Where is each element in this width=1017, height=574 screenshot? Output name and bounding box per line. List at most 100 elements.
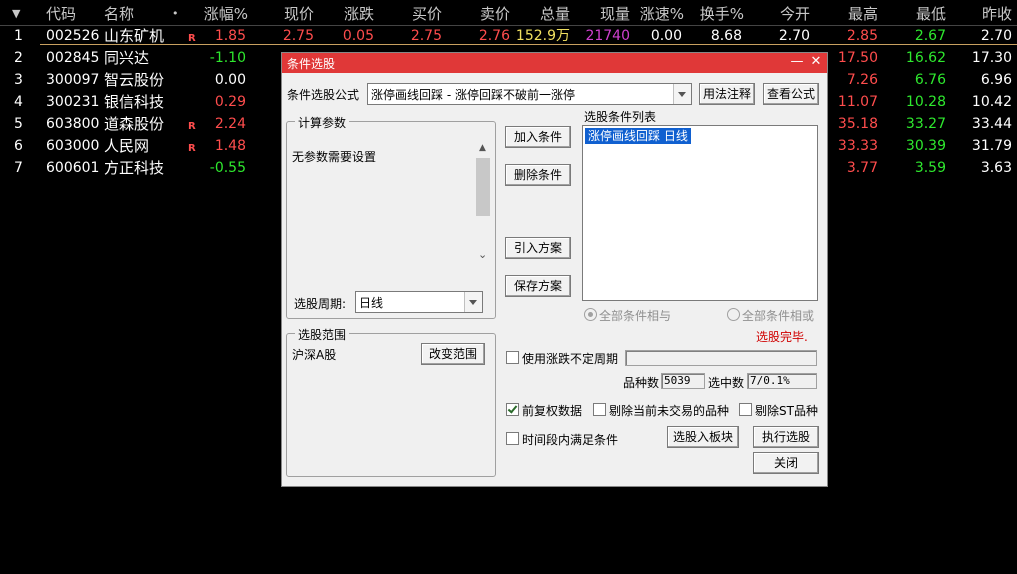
chevron-down-icon[interactable] xyxy=(464,292,482,312)
sort-down-icon[interactable]: ▼ xyxy=(12,3,20,25)
view-formula-button[interactable]: 查看公式 xyxy=(763,83,819,105)
scroll-up-icon[interactable]: ▲ xyxy=(479,143,486,153)
qfq-label: 前复权数据 xyxy=(522,404,583,418)
selected-row-underline xyxy=(40,44,1017,45)
low: 10.28 xyxy=(905,94,946,110)
change-pct: -0.55 xyxy=(209,160,246,176)
stock-screener-dialog: 条件选股 — ✕ 条件选股公式 涨停画线回踩 - 涨停回踩不破前一涨停 用法注释… xyxy=(281,52,828,487)
formula-label: 条件选股公式 xyxy=(287,88,360,102)
minimize-icon[interactable]: — xyxy=(789,54,805,70)
stock-code: 300231 xyxy=(46,94,100,110)
col-speed[interactable]: 涨速% xyxy=(632,3,684,25)
close-icon[interactable]: ✕ xyxy=(808,54,824,70)
col-name[interactable]: 名称 xyxy=(104,3,134,25)
period-field[interactable] xyxy=(625,350,817,366)
radio-and[interactable] xyxy=(584,308,597,321)
delete-condition-button[interactable]: 删除条件 xyxy=(505,164,571,186)
low: 16.62 xyxy=(905,50,946,66)
radio-or-label: 全部条件相或 xyxy=(742,309,815,323)
params-text: 无参数需要设置 xyxy=(292,150,377,164)
prev-close: 3.63 xyxy=(980,160,1012,176)
use-period-checkbox[interactable] xyxy=(506,351,519,364)
col-ask[interactable]: 卖价 xyxy=(458,3,510,25)
prev-close: 10.42 xyxy=(971,94,1012,110)
change-pct: 0.29 xyxy=(214,94,246,110)
change-pct: -1.10 xyxy=(209,50,246,66)
add-to-block-button[interactable]: 选股入板块 xyxy=(667,426,739,448)
stock-name: 智云股份 xyxy=(104,71,165,89)
selected-value: 7/0.1% xyxy=(747,373,817,389)
import-scheme-button[interactable]: 引入方案 xyxy=(505,237,571,259)
change-range-button[interactable]: 改变范围 xyxy=(421,343,485,365)
change-pct: 1.48 xyxy=(214,138,246,154)
range-group-title: 选股范围 xyxy=(295,326,350,343)
exclude-st-label: 剔除ST品种 xyxy=(755,404,818,418)
stock-code: 603800 xyxy=(46,116,100,132)
stock-code: 600601 xyxy=(46,160,100,176)
radio-or[interactable] xyxy=(727,308,740,321)
params-group: 计算参数 无参数需要设置 ▲ ⌄ 选股周期: 日线 xyxy=(286,114,496,319)
col-change-pct[interactable]: 涨幅% xyxy=(190,3,248,25)
dialog-title: 条件选股 xyxy=(287,57,336,71)
low: 3.59 xyxy=(914,160,946,176)
condition-list[interactable]: 涨停画线回踩 日线 xyxy=(582,125,818,301)
use-period-label: 使用涨跌不定周期 xyxy=(522,352,619,366)
period-select[interactable]: 日线 xyxy=(355,291,483,313)
count-value: 5039 xyxy=(661,373,705,389)
col-cur-vol[interactable]: 现量 xyxy=(580,3,630,25)
run-screener-button[interactable]: 执行选股 xyxy=(753,426,819,448)
col-volume[interactable]: 总量 xyxy=(520,3,570,25)
col-code[interactable]: 代码 xyxy=(46,3,76,25)
save-scheme-button[interactable]: 保存方案 xyxy=(505,275,571,297)
time-range-label: 时间段内满足条件 xyxy=(522,433,619,447)
high: 3.77 xyxy=(846,160,878,176)
col-turnover[interactable]: 换手% xyxy=(690,3,744,25)
time-range-checkbox[interactable] xyxy=(506,432,519,445)
col-open[interactable]: 今开 xyxy=(760,3,810,25)
low: 30.39 xyxy=(905,138,946,154)
col-change[interactable]: 涨跌 xyxy=(324,3,374,25)
col-high[interactable]: 最高 xyxy=(828,3,878,25)
row-index: 2 xyxy=(14,50,23,66)
qfq-checkbox[interactable] xyxy=(506,403,519,416)
exclude-untraded-label: 剔除当前未交易的品种 xyxy=(609,404,730,418)
selected-label: 选中数 xyxy=(708,376,745,390)
row-index: 7 xyxy=(14,160,23,176)
low: 6.76 xyxy=(914,72,946,88)
params-scrollbar[interactable]: ▲ ⌄ xyxy=(475,142,491,262)
close-button[interactable]: 关闭 xyxy=(753,452,819,474)
radio-and-label: 全部条件相与 xyxy=(599,309,672,323)
range-group: 选股范围 沪深A股 改变范围 xyxy=(286,326,496,477)
col-prev[interactable]: 昨收 xyxy=(962,3,1012,25)
stock-name: 方正科技 xyxy=(104,159,165,177)
period-value: 日线 xyxy=(359,296,384,310)
change-pct: 0.00 xyxy=(214,72,246,88)
chevron-down-icon[interactable] xyxy=(673,84,691,104)
scroll-down-icon[interactable]: ⌄ xyxy=(478,248,487,261)
row-index: 1 xyxy=(14,28,23,44)
usage-notes-button[interactable]: 用法注释 xyxy=(699,83,755,105)
exclude-st-checkbox[interactable] xyxy=(739,403,752,416)
dialog-title-bar[interactable]: 条件选股 — ✕ xyxy=(282,53,827,73)
col-low[interactable]: 最低 xyxy=(896,3,946,25)
scroll-thumb[interactable] xyxy=(476,158,490,216)
prev-close: 17.30 xyxy=(971,50,1012,66)
change-pct: 2.24 xyxy=(214,116,246,132)
add-condition-button[interactable]: 加入条件 xyxy=(505,126,571,148)
high: 33.33 xyxy=(837,138,878,154)
col-price[interactable]: 现价 xyxy=(262,3,314,25)
row-index: 4 xyxy=(14,94,23,110)
condition-list-label: 选股条件列表 xyxy=(584,110,657,124)
high: 35.18 xyxy=(837,116,878,132)
prev-close: 31.79 xyxy=(971,138,1012,154)
list-item[interactable]: 涨停画线回踩 日线 xyxy=(585,128,691,144)
col-dot: • xyxy=(172,7,179,20)
high: 7.26 xyxy=(846,72,878,88)
col-bid[interactable]: 买价 xyxy=(390,3,442,25)
row-index: 6 xyxy=(14,138,23,154)
exclude-untraded-checkbox[interactable] xyxy=(593,403,606,416)
low: 33.27 xyxy=(905,116,946,132)
row-index: 5 xyxy=(14,116,23,132)
formula-select[interactable]: 涨停画线回踩 - 涨停回踩不破前一涨停 xyxy=(367,83,692,105)
table-header: ▼ 代码 名称 • 涨幅% 现价 涨跌 买价 卖价 总量 现量 涨速% 换手% … xyxy=(0,3,1017,25)
